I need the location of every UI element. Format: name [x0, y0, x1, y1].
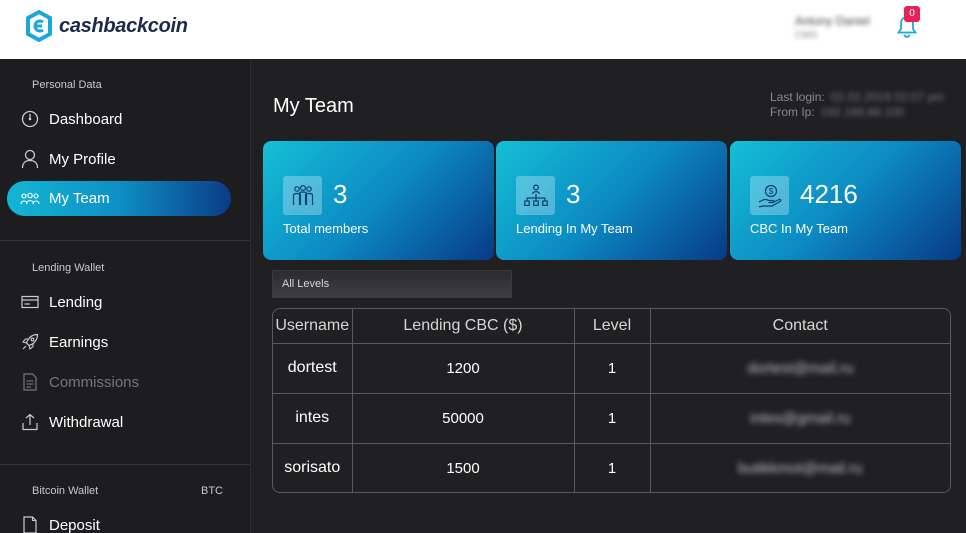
- column-header-username[interactable]: Username: [273, 309, 353, 344]
- sidebar-item-label: Dashboard: [49, 110, 123, 128]
- stat-card-cbc-in-my-team: $ 4216 CBC In My Team: [730, 141, 961, 260]
- sidebar-item-label: My Team: [49, 190, 110, 207]
- sidebar-item-label: Withdrawal: [49, 413, 124, 431]
- card-icon: [20, 292, 40, 312]
- cell-contact: dortest@mail.ru: [650, 343, 950, 394]
- sidebar-item-my-team[interactable]: My Team: [7, 181, 231, 216]
- stat-value: 3: [566, 179, 581, 209]
- notification-badge: 0: [904, 6, 920, 22]
- cell-level: 1: [574, 393, 651, 444]
- user-role: CMS: [795, 30, 818, 41]
- contact-email: butikkmot@mail.ru: [738, 459, 863, 477]
- sidebar-item-label: Earnings: [49, 333, 109, 351]
- sidebar-item-earnings[interactable]: Earnings: [20, 325, 108, 359]
- table-row: dortest 1200 1 dortest@mail.ru: [273, 343, 950, 394]
- last-login-value: 02.02.2019 02:07 pm: [830, 90, 945, 104]
- team-table: Username Lending CBC ($) Level Contact d…: [272, 308, 951, 493]
- stat-label: Total members: [283, 221, 369, 236]
- hierarchy-icon: [516, 176, 555, 215]
- from-ip-value: 192.168.88.100: [820, 105, 905, 119]
- cell-username: intes: [273, 393, 353, 444]
- coin-hand-icon: $: [750, 176, 789, 215]
- cell-lending-cbc: 50000: [352, 393, 575, 444]
- stat-label: CBC In My Team: [750, 221, 849, 236]
- cell-username: sorisato: [273, 443, 353, 492]
- cell-username: dortest: [273, 343, 353, 394]
- user-icon: [20, 149, 40, 169]
- column-header-lending-cbc[interactable]: Lending CBC ($): [352, 309, 575, 344]
- table-row: intes 50000 1 intes@gmail.ru: [273, 393, 950, 444]
- section-title-lending-wallet: Lending Wallet: [32, 262, 105, 274]
- stat-value: 3: [333, 179, 348, 209]
- cell-level: 1: [574, 343, 651, 394]
- sidebar-item-label: Deposit: [49, 516, 100, 533]
- sidebar-item-withdrawal[interactable]: Withdrawal: [20, 405, 123, 439]
- svg-text:$: $: [768, 187, 773, 196]
- sidebar-item-label: My Profile: [49, 150, 116, 168]
- sidebar-item-deposit[interactable]: Deposit: [20, 508, 100, 533]
- stat-value: 4216: [800, 179, 858, 209]
- sidebar-divider: [0, 240, 251, 241]
- team-icon: [20, 189, 40, 209]
- cell-level: 1: [574, 443, 651, 492]
- speedometer-icon: [20, 109, 40, 129]
- sidebar-item-label: Commissions: [49, 373, 140, 391]
- level-filter-select[interactable]: All Levels: [272, 270, 512, 298]
- sidebar: Personal Data Dashboard My Profile My Te…: [0, 59, 251, 533]
- sidebar-item-lending[interactable]: Lending: [20, 285, 102, 319]
- file-icon: [20, 515, 40, 533]
- contact-email: intes@gmail.ru: [750, 409, 851, 427]
- top-bar: cashbackcoin Antony Daniel CMS 0: [0, 0, 966, 59]
- cell-lending-cbc: 1500: [352, 443, 575, 492]
- from-ip-label: From Ip:: [770, 105, 815, 119]
- login-info: Last login: 02.02.2019 02:07 pm From Ip: 1…: [770, 90, 944, 120]
- stat-card-total-members: 3 Total members: [263, 141, 494, 260]
- cell-lending-cbc: 1200: [352, 343, 575, 394]
- brand-name: cashbackcoin: [59, 14, 188, 37]
- column-header-level[interactable]: Level: [574, 309, 651, 344]
- user-name: Antony Daniel: [795, 14, 870, 28]
- stat-card-lending-in-my-team: 3 Lending In My Team: [496, 141, 727, 260]
- cell-contact: butikkmot@mail.ru: [650, 443, 950, 492]
- cashbackcoin-logo-icon: [26, 10, 52, 42]
- contact-email: dortest@mail.ru: [747, 359, 854, 377]
- cell-contact: intes@gmail.ru: [650, 393, 950, 444]
- page-title: My Team: [273, 95, 354, 117]
- sidebar-item-commissions[interactable]: Commissions: [20, 365, 139, 399]
- user-menu[interactable]: Antony Daniel CMS: [795, 14, 870, 41]
- members-icon: [283, 176, 322, 215]
- sidebar-item-my-profile[interactable]: My Profile: [20, 142, 116, 176]
- brand-logo[interactable]: cashbackcoin: [25, 10, 188, 42]
- last-login-label: Last login:: [770, 90, 825, 104]
- sidebar-item-label: Lending: [49, 293, 103, 311]
- upload-icon: [20, 412, 40, 432]
- btc-badge: BTC: [201, 485, 223, 497]
- table-header-row: Username Lending CBC ($) Level Contact: [273, 309, 950, 344]
- stat-label: Lending In My Team: [516, 221, 633, 236]
- document-icon: [20, 372, 40, 392]
- section-title-bitcoin-wallet: Bitcoin Wallet: [32, 485, 99, 497]
- column-header-contact[interactable]: Contact: [650, 309, 950, 344]
- rocket-icon: [20, 332, 40, 352]
- sidebar-item-dashboard[interactable]: Dashboard: [20, 102, 122, 136]
- sidebar-divider: [0, 464, 251, 465]
- table-row: sorisato 1500 1 butikkmot@mail.ru: [273, 443, 950, 492]
- section-title-personal-data: Personal Data: [32, 79, 102, 91]
